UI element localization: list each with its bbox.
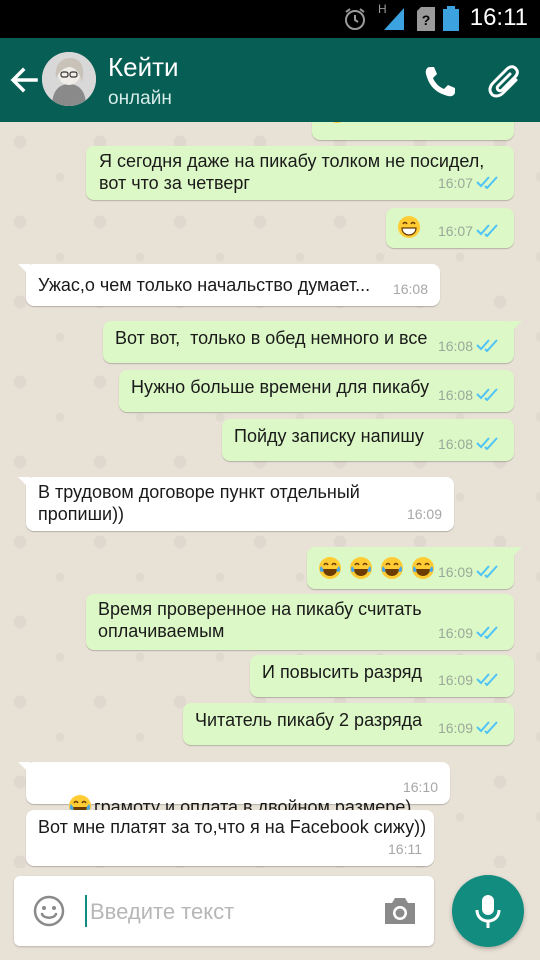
message-meta: 16:08 <box>393 278 428 300</box>
message-meta: 16:07 <box>438 220 502 242</box>
read-ticks-icon <box>476 437 498 450</box>
message-time: 16:09 <box>437 672 473 688</box>
message-text: Вот вот, только в обед немного и все <box>115 328 428 348</box>
message-time: 16:08 <box>437 338 473 354</box>
message-text: Читатель пикабу 2 разряда <box>195 710 423 730</box>
tears-of-joy-emoji-icon <box>350 557 373 579</box>
message-input[interactable] <box>88 893 372 931</box>
message-bubble-outgoing[interactable]: 16:07 <box>386 208 514 248</box>
microphone-icon <box>475 895 501 928</box>
avatar[interactable] <box>42 52 96 106</box>
voice-record-button[interactable] <box>452 875 524 947</box>
read-ticks-icon <box>476 721 498 734</box>
message-bubble-outgoing[interactable]: Пойду записку напишу 16:08 <box>222 419 514 461</box>
message-time: 16:09 <box>437 720 473 736</box>
message-bubble-partial <box>312 122 514 140</box>
message-text: И повысить разряд <box>262 662 423 682</box>
message-bubble-incoming[interactable]: В трудовом договоре пункт отдельный проп… <box>18 477 454 531</box>
message-time: 16:09 <box>437 625 473 641</box>
message-time: 16:09 <box>437 564 473 580</box>
bubble-tail <box>510 321 522 333</box>
grinning-face-emoji-icon <box>398 216 420 238</box>
message-text: Вот мне платят за то,что я на Facebook с… <box>38 817 427 837</box>
message-time: 16:09 <box>406 506 442 522</box>
phone-icon[interactable] <box>420 62 460 102</box>
bubble-tail <box>18 264 30 276</box>
message-meta: 16:09 <box>438 561 502 583</box>
read-ticks-icon <box>476 626 498 639</box>
message-meta: 16:10 <box>403 776 438 798</box>
sim-unknown-icon: ? <box>417 7 435 31</box>
read-ticks-icon <box>476 673 498 686</box>
message-bubble-outgoing[interactable]: Читатель пикабу 2 разряда 16:09 <box>183 703 514 745</box>
message-bubble-incoming[interactable]: грамоту и оплата в двойном размере) 16:1… <box>18 762 450 817</box>
emoji-row <box>318 556 437 580</box>
message-meta: 16:11 <box>388 838 422 860</box>
message-bubble-incoming[interactable]: Вот мне платят за то,что я на Facebook с… <box>26 810 434 866</box>
message-text: Ужас,о чем только начальство думает... <box>38 275 371 295</box>
tears-of-joy-emoji-icon <box>381 557 404 579</box>
message-meta: 16:08 <box>438 384 502 406</box>
message-meta: 16:09 <box>438 717 502 739</box>
read-ticks-icon <box>476 176 498 189</box>
message-meta: 16:08 <box>438 335 502 357</box>
chat-area[interactable]: Я сегодня даже на пикабу толком не посид… <box>0 122 540 868</box>
message-bubble-outgoing[interactable]: 16:09 <box>307 547 522 589</box>
message-meta: 16:08 <box>438 433 502 455</box>
message-composer <box>14 876 434 946</box>
bubble-tail <box>510 547 522 559</box>
message-text: В трудовом договоре пункт отдельный проп… <box>38 482 360 524</box>
emoji-picker-icon[interactable] <box>32 894 66 928</box>
message-meta: 16:09 <box>407 503 442 525</box>
message-bubble-outgoing[interactable]: Нужно больше времени для пикабу 16:08 <box>119 370 514 412</box>
status-bar: H ? 16:11 <box>0 0 540 38</box>
message-meta: 16:07 <box>438 172 502 194</box>
contact-status: онлайн <box>108 88 172 109</box>
battery-icon <box>443 6 459 31</box>
message-time: 16:08 <box>392 281 428 297</box>
emoji-icon <box>332 122 342 123</box>
message-time: 16:07 <box>437 175 473 191</box>
bubble-tail <box>18 477 30 489</box>
signal-icon <box>384 8 404 30</box>
tears-of-joy-emoji-icon <box>319 557 341 579</box>
read-ticks-icon <box>476 339 498 352</box>
read-ticks-icon <box>476 224 498 237</box>
message-time: 16:10 <box>402 779 438 795</box>
message-bubble-outgoing[interactable]: Время проверенное на пикабу считать опла… <box>86 594 514 650</box>
svg-text:?: ? <box>422 12 431 28</box>
read-ticks-icon <box>476 388 498 401</box>
message-bubble-outgoing[interactable]: Вот вот, только в обед немного и все 16:… <box>103 321 522 363</box>
status-time: 16:11 <box>469 4 528 31</box>
contact-name[interactable]: Кейти <box>108 52 179 83</box>
chat-header: Кейти онлайн <box>0 38 540 122</box>
message-text: Я сегодня даже на пикабу толком не посид… <box>99 151 485 193</box>
bubble-tail <box>18 762 30 774</box>
message-time: 16:11 <box>388 841 422 857</box>
back-arrow-icon[interactable] <box>8 62 40 98</box>
paperclip-icon[interactable] <box>486 62 526 102</box>
message-time: 16:07 <box>437 223 473 239</box>
message-text: Время проверенное на пикабу считать опла… <box>98 599 422 641</box>
message-bubble-outgoing[interactable]: И повысить разряд 16:09 <box>250 655 514 697</box>
camera-icon[interactable] <box>382 894 418 928</box>
message-time: 16:08 <box>437 387 473 403</box>
message-time: 16:08 <box>437 436 473 452</box>
alarm-icon <box>345 8 365 30</box>
message-meta: 16:09 <box>438 669 502 691</box>
message-bubble-outgoing[interactable]: Я сегодня даже на пикабу толком не посид… <box>86 146 514 200</box>
message-text: Нужно больше времени для пикабу <box>131 377 430 397</box>
tears-of-joy-emoji-icon <box>412 557 435 579</box>
message-bubble-incoming[interactable]: Ужас,о чем только начальство думает... 1… <box>18 264 440 306</box>
text-cursor <box>85 895 87 927</box>
message-meta: 16:09 <box>438 622 502 644</box>
message-text: Пойду записку напишу <box>234 426 424 446</box>
read-ticks-icon <box>476 565 498 578</box>
